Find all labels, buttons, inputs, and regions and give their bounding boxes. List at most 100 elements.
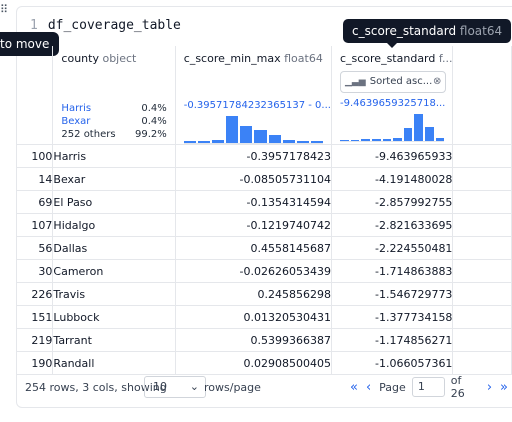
c-score-standard-cell[interactable]: -1.174856271: [331, 328, 454, 352]
row-index[interactable]: 107: [16, 213, 54, 237]
table-row[interactable]: 30 Cameron -0.02626053439 -1.714863883: [16, 259, 512, 283]
county-value-counts: Harris 0.4% Bexar 0.4% 252 others 99.2%: [53, 65, 174, 141]
c-score-min-max-cell[interactable]: 0.5399366387: [175, 328, 332, 352]
histogram-bar: [268, 134, 281, 143]
index-header: [16, 46, 54, 145]
county-cell[interactable]: Dallas: [52, 236, 176, 260]
row-index[interactable]: 56: [16, 236, 54, 260]
county-cell[interactable]: Lubbock: [52, 305, 176, 329]
row-index[interactable]: 30: [16, 259, 54, 283]
empty-cell: [452, 213, 512, 237]
first-page-icon[interactable]: «: [350, 380, 358, 395]
value-label: 252 others: [61, 129, 116, 140]
c-score-standard-cell[interactable]: -1.377734158: [331, 305, 454, 329]
column-dtype: f...: [438, 52, 453, 65]
c-score-min-max-cell[interactable]: 0.4558145687: [175, 236, 332, 260]
histogram-bar: [382, 138, 392, 141]
c-score-min-max-cell[interactable]: 0.01320530431: [175, 305, 332, 329]
column-tooltip-name: c_score_standard: [352, 24, 457, 38]
histogram-bar: [183, 141, 196, 143]
column-name: county: [61, 52, 99, 65]
pagination-footer: 254 rows, 3 cols, showing 10 ⌄ rows/page…: [16, 372, 512, 406]
c-score-min-max-cell[interactable]: -0.08505731104: [175, 167, 332, 191]
drag-handle-icon[interactable]: ⠿: [0, 4, 8, 20]
histogram-bar: [350, 139, 360, 141]
c-score-standard-cell[interactable]: -1.546729773: [331, 282, 454, 306]
empty-cell: [452, 144, 512, 168]
histogram-standard[interactable]: [339, 113, 445, 142]
c-score-standard-cell[interactable]: -4.191480028: [331, 167, 454, 191]
value-count-row[interactable]: Harris 0.4%: [61, 102, 166, 115]
table-row[interactable]: 107 Hidalgo -0.1219740742 -2.821633695: [16, 213, 512, 237]
county-cell[interactable]: Cameron: [52, 259, 176, 283]
c-score-standard-cell[interactable]: -1.714863883: [331, 259, 454, 283]
histogram-bar: [310, 141, 324, 143]
rows-per-page-label: rows/page: [204, 381, 261, 394]
clear-sort-icon[interactable]: ⊗: [433, 72, 441, 92]
column-header-c-score-min-max[interactable]: c_score_min_max float64 -0.3957178423236…: [175, 46, 332, 145]
histogram-bar: [226, 116, 239, 143]
code-line[interactable]: 1 df_coverage_table: [30, 18, 181, 33]
histogram-minmax[interactable]: [183, 115, 324, 144]
column-dtype: float64: [284, 52, 323, 65]
sort-indicator[interactable]: ▁▃▅ Sorted asc... ⊗: [339, 71, 447, 93]
value-label[interactable]: Bexar: [61, 115, 90, 128]
value-pct: 0.4%: [141, 116, 167, 127]
value-count-row[interactable]: Bexar 0.4%: [61, 115, 166, 128]
value-label[interactable]: Harris: [61, 102, 91, 115]
table-row[interactable]: 151 Lubbock 0.01320530431 -1.377734158: [16, 305, 512, 329]
c-score-min-max-cell[interactable]: -0.1219740742: [175, 213, 332, 237]
sort-label: Sorted asc...: [369, 76, 433, 87]
county-cell[interactable]: Travis: [52, 282, 176, 306]
county-cell[interactable]: El Paso: [52, 190, 176, 214]
empty-cell: [452, 305, 512, 329]
page-label: Page: [379, 380, 406, 394]
table-row[interactable]: 100 Harris -0.3957178423 -9.463965933: [16, 144, 512, 168]
histogram-bar: [371, 139, 381, 141]
column-header-county[interactable]: county object Harris 0.4% Bexar 0.4% 252 o…: [52, 46, 176, 145]
table-row[interactable]: 56 Dallas 0.4558145687 -2.224550481: [16, 236, 512, 260]
column-header-c-score-standard[interactable]: c_score_standard f... ▁▃▅ Sorted asc... …: [331, 46, 454, 145]
c-score-standard-cell[interactable]: -2.821633695: [331, 213, 454, 237]
county-cell[interactable]: Harris: [52, 144, 176, 168]
c-score-min-max-cell[interactable]: -0.3957178423: [175, 144, 332, 168]
histogram-bar: [425, 127, 434, 141]
county-cell[interactable]: Tarrant: [52, 328, 176, 352]
row-index[interactable]: 14: [16, 167, 54, 191]
column-name: c_score_standard: [339, 52, 436, 65]
c-score-min-max-cell[interactable]: 0.245856298: [175, 282, 332, 306]
value-pct: 99.2%: [135, 129, 167, 140]
prev-page-icon[interactable]: ‹: [366, 380, 371, 395]
c-score-min-max-cell[interactable]: -0.1354314594: [175, 190, 332, 214]
table-row[interactable]: 69 El Paso -0.1354314594 -2.857992755: [16, 190, 512, 214]
table-row[interactable]: 219 Tarrant 0.5399366387 -1.174856271: [16, 328, 512, 352]
row-index[interactable]: 151: [16, 305, 54, 329]
histogram-bar: [240, 126, 253, 143]
c-score-standard-cell[interactable]: -2.224550481: [331, 236, 454, 260]
c-score-min-max-cell[interactable]: -0.02626053439: [175, 259, 332, 283]
county-cell[interactable]: Bexar: [52, 167, 176, 191]
page-size-select[interactable]: 10 ⌄: [144, 376, 206, 398]
empty-header: [452, 46, 512, 145]
c-score-standard-cell[interactable]: -2.857992755: [331, 190, 454, 214]
page-input[interactable]: 1: [411, 377, 445, 397]
last-page-icon[interactable]: »: [500, 380, 508, 395]
row-index[interactable]: 69: [16, 190, 54, 214]
column-dtype: object: [102, 52, 137, 65]
county-cell[interactable]: Hidalgo: [52, 213, 176, 237]
histogram-bar: [403, 128, 413, 141]
empty-cell: [452, 190, 512, 214]
row-index[interactable]: 100: [16, 144, 54, 168]
histogram-bar: [393, 138, 402, 141]
next-page-icon[interactable]: ›: [487, 380, 492, 395]
empty-cell: [452, 328, 512, 352]
c-score-standard-cell[interactable]: -9.463965933: [331, 144, 454, 168]
table-row[interactable]: 226 Travis 0.245856298 -1.546729773: [16, 282, 512, 306]
table-row[interactable]: 14 Bexar -0.08505731104 -4.191480028: [16, 167, 512, 191]
histogram-bar: [414, 114, 424, 141]
row-index[interactable]: 226: [16, 282, 54, 306]
empty-cell: [452, 236, 512, 260]
page-of-label: of 26: [450, 374, 465, 400]
empty-cell: [452, 282, 512, 306]
row-index[interactable]: 219: [16, 328, 54, 352]
